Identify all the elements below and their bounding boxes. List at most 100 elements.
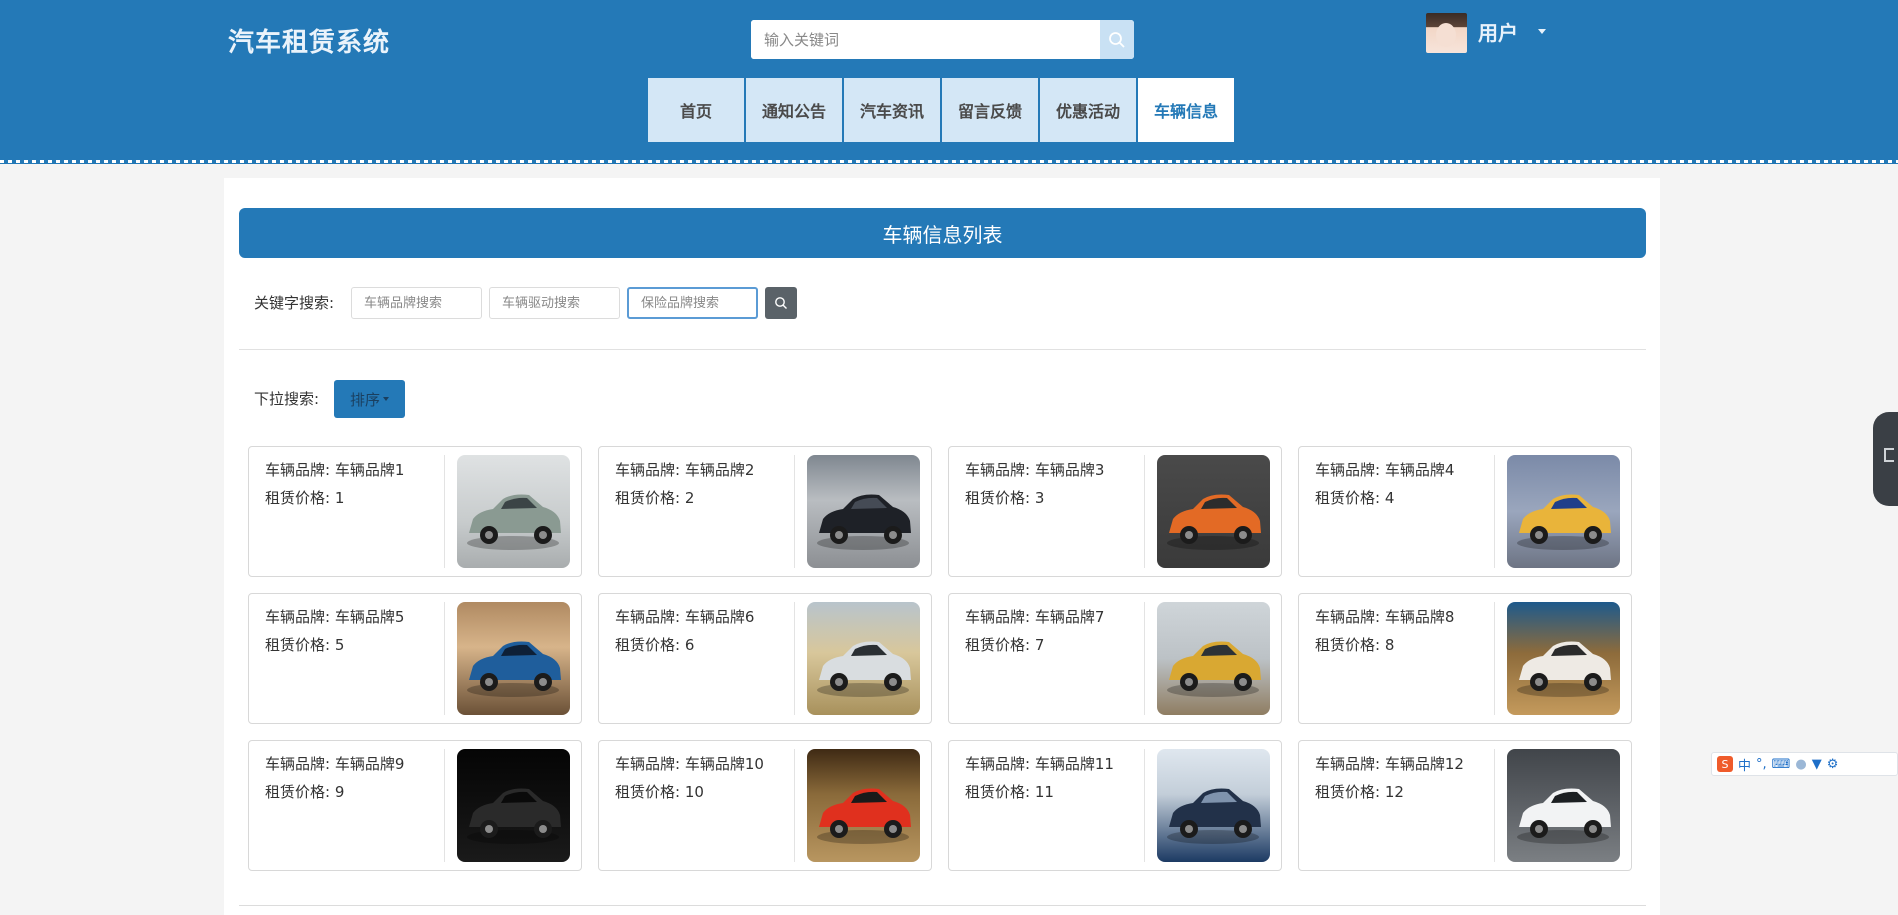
vehicle-card[interactable]: 车辆品牌: 车辆品牌12 租赁价格: 12 [1298, 740, 1632, 871]
top-search-box [751, 20, 1134, 59]
vehicle-price: 租赁价格: 10 [615, 783, 704, 801]
site-title[interactable]: 汽车租赁系统 [228, 22, 390, 59]
vehicle-card[interactable]: 车辆品牌: 车辆品牌8 租赁价格: 8 [1298, 593, 1632, 724]
top-search-input[interactable] [751, 20, 1100, 59]
ime-logo-icon[interactable]: S [1717, 756, 1733, 772]
insurance-search-input[interactable] [627, 287, 758, 319]
search-icon [775, 297, 787, 309]
vehicle-image[interactable] [1157, 749, 1270, 862]
header: 汽车租赁系统 用户 首页 通知公告 汽车资讯 留言反馈 优惠活动 车辆信息 [0, 0, 1898, 164]
nav-item-news[interactable]: 汽车资讯 [844, 78, 940, 142]
vehicle-image[interactable] [457, 455, 570, 568]
vehicle-card[interactable]: 车辆品牌: 车辆品牌2 租赁价格: 2 [598, 446, 932, 577]
vehicle-image[interactable] [1157, 455, 1270, 568]
vehicle-image[interactable] [807, 749, 920, 862]
caret-down-icon [1538, 29, 1546, 34]
settings-icon[interactable]: ⚙ [1827, 757, 1839, 772]
vehicle-brand: 车辆品牌: 车辆品牌7 [965, 608, 1105, 626]
card-divider [794, 749, 795, 862]
vehicle-grid: 车辆品牌: 车辆品牌1 租赁价格: 1 车辆品牌: 车辆品牌2 租赁价格: 2 车辆品牌… [248, 446, 1632, 871]
vehicle-brand: 车辆品牌: 车辆品牌11 [965, 755, 1114, 773]
vehicle-brand: 车辆品牌: 车辆品牌10 [615, 755, 764, 773]
skin-icon[interactable]: ▼ [1812, 757, 1822, 772]
vehicle-image[interactable] [1157, 602, 1270, 715]
ime-toolbar: S 中 °, ⌨ ● ▼ ⚙ [1711, 752, 1898, 776]
sort-label: 排序 [349, 390, 380, 409]
vehicle-price: 租赁价格: 5 [265, 636, 345, 654]
keyboard-icon[interactable]: ⌨ [1772, 757, 1791, 772]
vehicle-brand: 车辆品牌: 车辆品牌2 [615, 461, 755, 479]
nav-item-promotions[interactable]: 优惠活动 [1040, 78, 1136, 142]
vehicle-image[interactable] [807, 602, 920, 715]
vehicle-card[interactable]: 车辆品牌: 车辆品牌4 租赁价格: 4 [1298, 446, 1632, 577]
vehicle-brand: 车辆品牌: 车辆品牌12 [1315, 755, 1464, 773]
vehicle-price: 租赁价格: 2 [615, 489, 695, 507]
vehicle-card[interactable]: 车辆品牌: 车辆品牌11 租赁价格: 11 [948, 740, 1282, 871]
keyword-search-button[interactable] [765, 287, 797, 319]
vehicle-brand: 车辆品牌: 车辆品牌4 [1315, 461, 1455, 479]
vehicle-card[interactable]: 车辆品牌: 车辆品牌6 租赁价格: 6 [598, 593, 932, 724]
vehicle-price: 租赁价格: 9 [265, 783, 345, 801]
nav-item-notices[interactable]: 通知公告 [746, 78, 842, 142]
nav-item-vehicles[interactable]: 车辆信息 [1138, 78, 1234, 142]
vehicle-image[interactable] [1507, 749, 1620, 862]
card-divider [1144, 602, 1145, 715]
list-title: 车辆信息列表 [239, 208, 1646, 258]
divider [239, 905, 1646, 906]
sort-dropdown-button[interactable]: 排序 [334, 380, 405, 418]
card-divider [1494, 749, 1495, 862]
vehicle-price: 租赁价格: 6 [615, 636, 695, 654]
search-icon [1109, 31, 1125, 48]
ime-mode-toggle[interactable]: 中 [1738, 755, 1751, 774]
vehicle-image[interactable] [1507, 602, 1620, 715]
card-divider [1494, 455, 1495, 568]
vehicle-price: 租赁价格: 7 [965, 636, 1045, 654]
card-divider [1494, 602, 1495, 715]
vehicle-price: 租赁价格: 8 [1315, 636, 1395, 654]
vehicle-brand: 车辆品牌: 车辆品牌1 [265, 461, 405, 479]
top-search-button[interactable] [1100, 20, 1134, 59]
card-divider [1144, 749, 1145, 862]
vehicle-image[interactable] [807, 455, 920, 568]
vehicle-image[interactable] [457, 749, 570, 862]
punctuation-icon[interactable]: °, [1756, 757, 1767, 772]
caret-down-icon [383, 397, 389, 401]
main-panel: 车辆信息列表 关键字搜索: 下拉搜索: 排序 车辆品牌: 车辆品牌1 租赁价格: … [224, 178, 1660, 915]
vehicle-brand: 车辆品牌: 车辆品牌8 [1315, 608, 1455, 626]
user-icon[interactable]: ● [1795, 757, 1806, 772]
vehicle-brand: 车辆品牌: 车辆品牌6 [615, 608, 755, 626]
vehicle-card[interactable]: 车辆品牌: 车辆品牌10 租赁价格: 10 [598, 740, 932, 871]
drive-search-input[interactable] [489, 287, 620, 319]
vehicle-price: 租赁价格: 12 [1315, 783, 1404, 801]
side-float-tab[interactable] [1873, 412, 1898, 506]
keyword-search-label: 关键字搜索: [254, 294, 335, 312]
vehicle-price: 租赁价格: 3 [965, 489, 1045, 507]
vehicle-card[interactable]: 车辆品牌: 车辆品牌3 租赁价格: 3 [948, 446, 1282, 577]
panel-icon [1884, 448, 1894, 462]
card-divider [1144, 455, 1145, 568]
vehicle-card[interactable]: 车辆品牌: 车辆品牌9 租赁价格: 9 [248, 740, 582, 871]
card-divider [794, 455, 795, 568]
avatar [1426, 13, 1467, 53]
vehicle-card[interactable]: 车辆品牌: 车辆品牌7 租赁价格: 7 [948, 593, 1282, 724]
card-divider [444, 455, 445, 568]
vehicle-brand: 车辆品牌: 车辆品牌5 [265, 608, 405, 626]
vehicle-card[interactable]: 车辆品牌: 车辆品牌1 租赁价格: 1 [248, 446, 582, 577]
vehicle-price: 租赁价格: 11 [965, 783, 1054, 801]
header-dashed-border [0, 160, 1898, 166]
brand-search-input[interactable] [351, 287, 482, 319]
dropdown-search-label: 下拉搜索: [254, 390, 320, 408]
nav-item-feedback[interactable]: 留言反馈 [942, 78, 1038, 142]
nav-item-home[interactable]: 首页 [648, 78, 744, 142]
user-name: 用户 [1478, 21, 1518, 45]
vehicle-image[interactable] [1507, 455, 1620, 568]
card-divider [444, 749, 445, 862]
main-nav: 首页 通知公告 汽车资讯 留言反馈 优惠活动 车辆信息 [648, 78, 1234, 142]
vehicle-price: 租赁价格: 4 [1315, 489, 1395, 507]
vehicle-image[interactable] [457, 602, 570, 715]
vehicle-card[interactable]: 车辆品牌: 车辆品牌5 租赁价格: 5 [248, 593, 582, 724]
vehicle-brand: 车辆品牌: 车辆品牌3 [965, 461, 1105, 479]
card-divider [794, 602, 795, 715]
card-divider [444, 602, 445, 715]
vehicle-brand: 车辆品牌: 车辆品牌9 [265, 755, 405, 773]
